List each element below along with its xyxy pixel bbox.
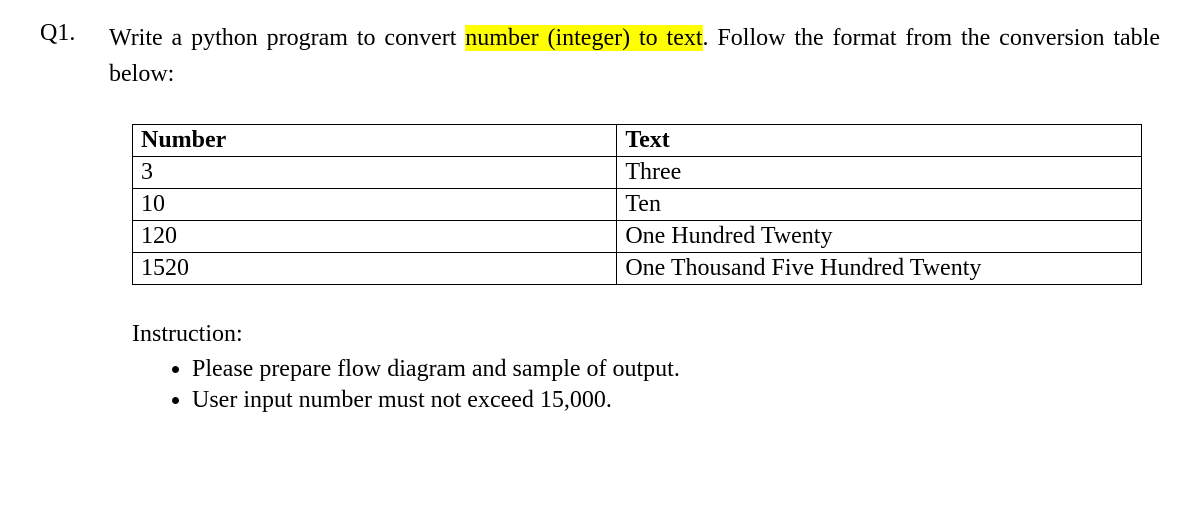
- list-item: User input number must not exceed 15,000…: [192, 385, 1160, 416]
- cell-number: 120: [133, 221, 617, 253]
- cell-number: 3: [133, 157, 617, 189]
- instruction-list: Please prepare flow diagram and sample o…: [192, 354, 1160, 416]
- question-text: Write a python program to convert number…: [109, 20, 1160, 92]
- cell-number: 10: [133, 189, 617, 221]
- conversion-table: Number Text 3 Three 10 Ten 120 One Hundr…: [132, 124, 1142, 285]
- conversion-table-section: Number Text 3 Three 10 Ten 120 One Hundr…: [132, 124, 1160, 285]
- table-row: 3 Three: [133, 157, 1142, 189]
- table-row: 1520 One Thousand Five Hundred Twenty: [133, 253, 1142, 285]
- question-label: Q1.: [40, 20, 85, 92]
- instruction-section: Instruction: Please prepare flow diagram…: [132, 321, 1160, 416]
- list-item: Please prepare flow diagram and sample o…: [192, 354, 1160, 385]
- cell-number: 1520: [133, 253, 617, 285]
- table-row: 120 One Hundred Twenty: [133, 221, 1142, 253]
- question-highlight: number (integer) to text: [465, 25, 702, 51]
- header-text: Text: [617, 125, 1142, 157]
- table-row: 10 Ten: [133, 189, 1142, 221]
- cell-text: One Hundred Twenty: [617, 221, 1142, 253]
- question-text-before: Write a python program to convert: [109, 25, 465, 51]
- header-number: Number: [133, 125, 617, 157]
- cell-text: One Thousand Five Hundred Twenty: [617, 253, 1142, 285]
- cell-text: Ten: [617, 189, 1142, 221]
- question-body: Write a python program to convert number…: [109, 20, 1160, 92]
- question-block: Q1. Write a python program to convert nu…: [40, 20, 1160, 92]
- cell-text: Three: [617, 157, 1142, 189]
- instruction-heading: Instruction:: [132, 321, 1160, 348]
- table-header-row: Number Text: [133, 125, 1142, 157]
